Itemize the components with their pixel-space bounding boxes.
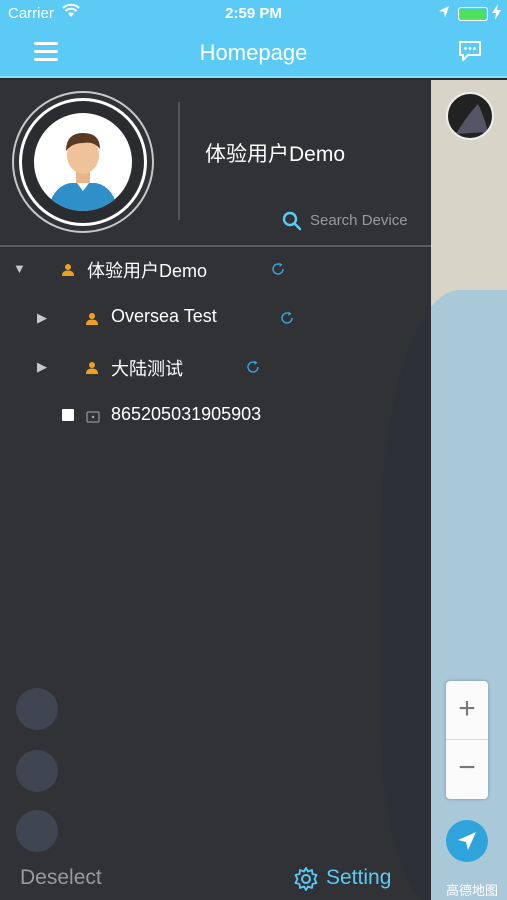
drawer-bottom-bar: Deselect Setting <box>0 860 431 900</box>
tree-item-group[interactable]: ▶ 大陆测试 <box>0 352 431 382</box>
zoom-in-button[interactable]: + <box>446 681 488 740</box>
tree-item-label: Oversea Test <box>111 306 217 326</box>
map-provider-logo: 高德地图 <box>446 883 499 898</box>
caret-down-icon[interactable]: ▼ <box>13 261 26 276</box>
map-tool-circle <box>16 750 58 792</box>
chat-bubble-icon <box>459 41 481 61</box>
user-avatar-icon <box>34 113 132 211</box>
side-drawer: 体验用户Demo Search Device ▼ 体验用户Demo ▶ Over… <box>0 80 431 900</box>
avatar-frame <box>19 98 147 226</box>
message-button[interactable] <box>458 40 482 62</box>
tree-item-label: 大陆测试 <box>111 359 183 379</box>
person-icon <box>85 359 99 380</box>
user-name: 体验用户Demo <box>205 143 346 166</box>
map-tool-circle <box>16 688 58 730</box>
tree-item-label: 体验用户Demo <box>87 261 208 281</box>
tree-item-group[interactable]: ▼ 体验用户Demo <box>0 254 431 284</box>
header-divider <box>178 102 180 220</box>
caret-right-icon[interactable]: ▶ <box>37 310 47 326</box>
map-layer-thumbnail[interactable] <box>446 92 494 140</box>
battery-icon <box>458 7 488 21</box>
refresh-icon[interactable] <box>271 260 285 281</box>
navigation-arrow-icon <box>458 832 476 850</box>
search-icon <box>282 211 302 231</box>
section-divider <box>0 245 431 247</box>
search-device-label: Search Device <box>310 212 408 229</box>
status-bar: Carrier 2:59 PM <box>0 0 507 28</box>
refresh-icon[interactable] <box>246 358 260 379</box>
setting-label: Setting <box>326 866 392 889</box>
avatar[interactable] <box>12 91 154 233</box>
refresh-icon[interactable] <box>280 309 294 330</box>
charging-bolt-icon <box>492 4 501 23</box>
zoom-control: + − <box>446 681 488 799</box>
person-icon <box>61 261 75 282</box>
map-tool-circle <box>16 810 58 852</box>
caret-right-icon[interactable]: ▶ <box>37 359 47 375</box>
locate-button[interactable] <box>446 820 488 862</box>
status-time: 2:59 PM <box>225 5 282 22</box>
tree-item-device[interactable]: 865205031905903 <box>0 401 431 431</box>
deselect-button[interactable]: Deselect <box>20 866 102 890</box>
device-icon <box>86 408 100 429</box>
tree-item-label: 865205031905903 <box>111 404 262 424</box>
person-icon <box>85 310 99 331</box>
device-checkbox[interactable] <box>62 409 74 421</box>
page-title: Homepage <box>199 40 308 65</box>
zoom-out-button[interactable]: − <box>446 740 488 799</box>
nav-bar: Homepage <box>0 28 507 78</box>
location-arrow-icon <box>438 5 450 23</box>
tree-item-group[interactable]: ▶ Oversea Test <box>0 303 431 333</box>
gear-icon <box>294 867 318 891</box>
